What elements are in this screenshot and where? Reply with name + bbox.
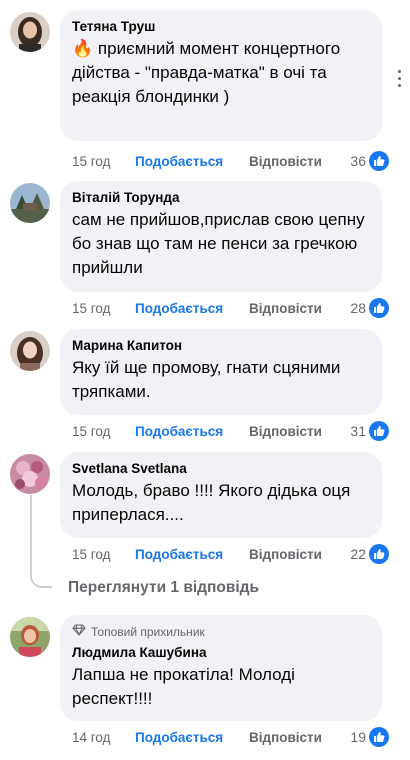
comment-author[interactable]: Тетяна Труш (72, 18, 370, 35)
comment-author[interactable]: Марина Капитон (72, 337, 370, 354)
reaction-count[interactable]: 19 (350, 727, 389, 747)
top-fan-badge[interactable]: Топовий прихильник (72, 624, 370, 640)
avatar[interactable] (10, 454, 50, 494)
thread-connector (30, 566, 52, 588)
like-count: 36 (350, 153, 366, 169)
comment-actions: 15 год Подобається Відповісти (72, 153, 322, 171)
avatar[interactable] (10, 331, 50, 371)
reaction-count[interactable]: 31 (350, 421, 389, 441)
badge-label: Топовий прихильник (91, 625, 205, 639)
reaction-count[interactable]: 36 (350, 151, 389, 171)
avatar[interactable] (10, 183, 50, 223)
thumbs-up-icon (369, 727, 389, 747)
comment-time[interactable]: 15 год (72, 153, 135, 171)
reply-button[interactable]: Відповісти (249, 546, 322, 564)
comment-bubble: Svetlana Svetlana Молодь, браво !!!! Яко… (60, 452, 382, 538)
reply-button[interactable]: Відповісти (249, 423, 322, 441)
thumbs-up-icon (369, 298, 389, 318)
like-button[interactable]: Подобається (135, 546, 249, 564)
like-count: 19 (350, 729, 366, 745)
comment-text: Лапша не прокатіла! Молоді респект!!!! (72, 665, 295, 708)
view-replies-link[interactable]: Переглянути 1 відповідь (68, 578, 259, 598)
reply-button[interactable]: Відповісти (249, 300, 322, 318)
comment-text: Яку їй ще промову, гнати сцяними тряпкам… (72, 358, 341, 401)
reply-button[interactable]: Відповісти (249, 729, 322, 747)
comment-actions: 15 год Подобається Відповісти (72, 423, 322, 441)
avatar[interactable] (10, 617, 50, 657)
thumbs-up-icon (369, 151, 389, 171)
diamond-icon (72, 624, 86, 640)
thumbs-up-icon (369, 421, 389, 441)
comment-author[interactable]: Віталій Торунда (72, 189, 370, 206)
like-button[interactable]: Подобається (135, 153, 249, 171)
like-count: 31 (350, 423, 366, 439)
reaction-count[interactable]: 22 (350, 544, 389, 564)
more-options-icon[interactable] (398, 70, 402, 88)
comment-author[interactable]: Svetlana Svetlana (72, 460, 370, 477)
like-button[interactable]: Подобається (135, 423, 249, 441)
comment-author[interactable]: Людмила Кашубина (72, 644, 370, 661)
comment-bubble: Марина Капитон Яку їй ще промову, гнати … (60, 329, 382, 415)
fire-icon: 🔥 (72, 39, 94, 58)
like-button[interactable]: Подобається (135, 300, 249, 318)
comment-bubble: Тетяна Труш 🔥 приємний момент концертног… (60, 10, 382, 141)
reaction-count[interactable]: 28 (350, 298, 389, 318)
comment-text: 🔥 приємний момент концертного дійства - … (72, 39, 341, 106)
thread-line (30, 495, 32, 577)
comment-bubble: Топовий прихильник Людмила Кашубина Лапш… (60, 615, 382, 721)
comment-actions: 14 год Подобається Відповісти (72, 729, 322, 747)
comment-text: сам не прийшов,прислав свою цепну бо зна… (72, 210, 365, 277)
comment-time[interactable]: 14 год (72, 729, 135, 747)
reply-button[interactable]: Відповісти (249, 153, 322, 171)
comment-actions: 15 год Подобається Відповісти (72, 300, 322, 318)
comment-actions: 15 год Подобається Відповісти (72, 546, 322, 564)
like-count: 22 (350, 546, 366, 562)
comment-time[interactable]: 15 год (72, 300, 135, 318)
comment-text: Молодь, браво !!!! Якого дідька оця прип… (72, 481, 351, 524)
avatar[interactable] (10, 12, 50, 52)
thumbs-up-icon (369, 544, 389, 564)
comment-time[interactable]: 15 год (72, 546, 135, 564)
comment-bubble: Віталій Торунда сам не прийшов,прислав с… (60, 181, 382, 292)
like-count: 28 (350, 300, 366, 316)
like-button[interactable]: Подобається (135, 729, 249, 747)
comment-time[interactable]: 15 год (72, 423, 135, 441)
